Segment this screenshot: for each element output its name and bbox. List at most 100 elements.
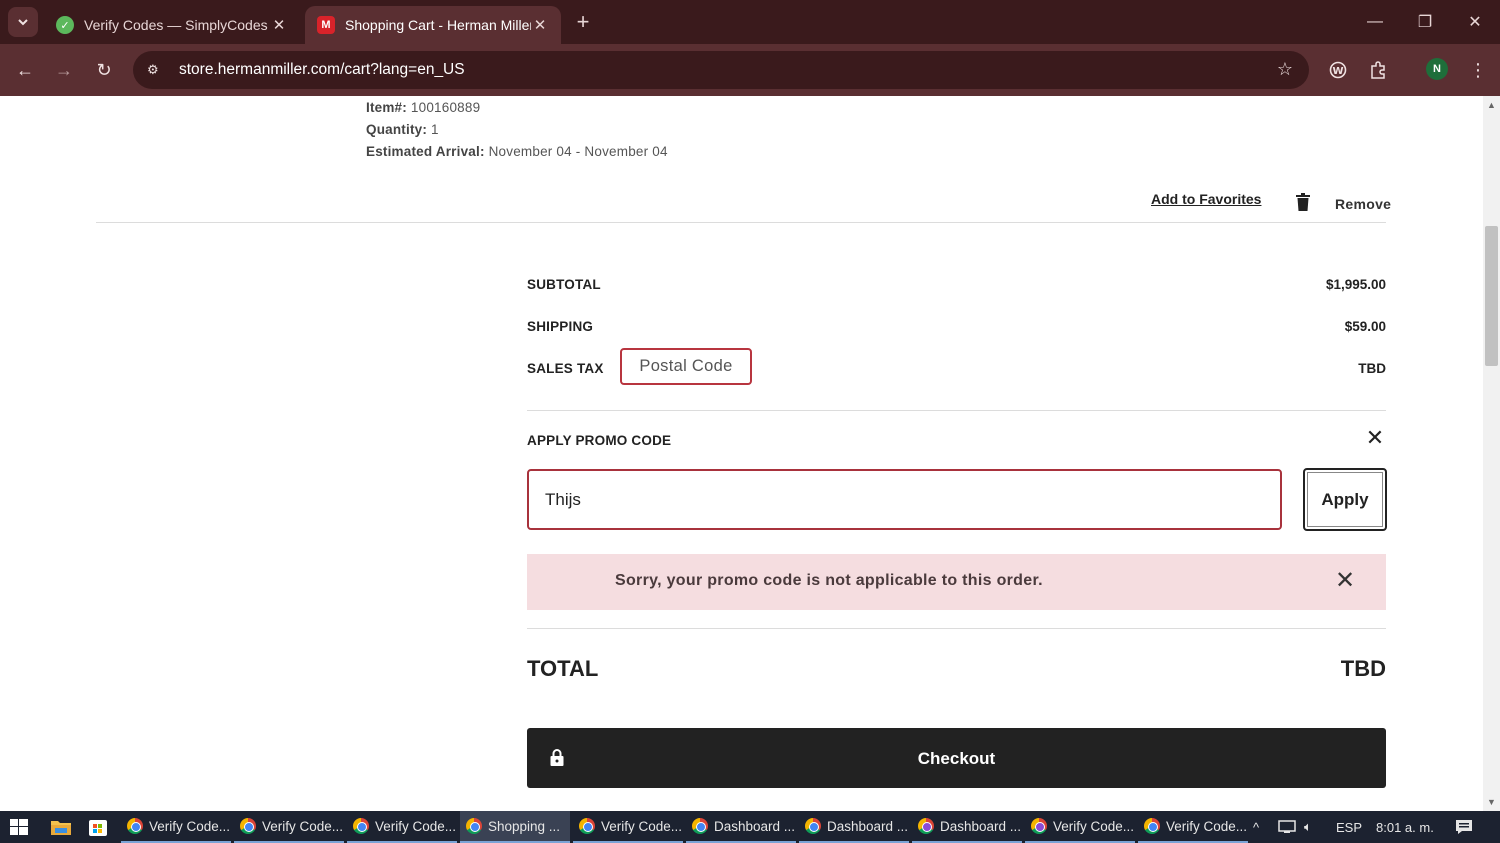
hermanmiller-icon: M [317, 16, 335, 34]
restore-button[interactable]: ❐ [1400, 0, 1450, 44]
address-bar[interactable]: ⚙ store.hermanmiller.com/cart?lang=en_US… [133, 51, 1309, 89]
checkout-label: Checkout [917, 749, 996, 768]
estimated-arrival-label: Estimated Arrival: [366, 144, 485, 159]
dismiss-error-icon[interactable]: ✕ [1335, 568, 1355, 594]
page-scrollbar[interactable]: ▲ ▼ [1483, 96, 1500, 811]
promo-error-banner: Sorry, your promo code is not applicable… [527, 554, 1386, 610]
trash-icon[interactable] [1296, 193, 1310, 211]
add-to-favorites-link[interactable]: Add to Favorites [1151, 191, 1261, 207]
browser-tab-bar: ✓ Verify Codes — SimplyCodes ✕ M Shoppin… [0, 0, 1500, 44]
shipping-label: SHIPPING [527, 319, 594, 334]
taskbar-item-label: Verify Code... [1053, 818, 1135, 834]
promo-code-input[interactable] [527, 469, 1282, 530]
windows-start-icon[interactable] [10, 819, 28, 835]
site-settings-icon[interactable]: ⚙ [147, 62, 165, 78]
new-tab-button[interactable]: + [570, 10, 596, 36]
back-button[interactable]: ← [11, 56, 39, 84]
taskbar-item[interactable]: Shopping ... [460, 811, 570, 843]
taskbar-item-label: Verify Code... [1166, 818, 1248, 834]
shipping-value: $59.00 [1344, 319, 1386, 334]
taskbar-item[interactable]: Verify Code... [1138, 811, 1248, 843]
forward-button[interactable]: → [50, 56, 78, 84]
minimize-button[interactable]: — [1350, 0, 1400, 44]
taskbar-item-label: Dashboard ... [714, 818, 796, 834]
item-number-value: 100160889 [410, 100, 481, 115]
taskbar-item[interactable]: Verify Code... [234, 811, 344, 843]
remove-button[interactable]: Remove [1335, 196, 1391, 212]
estimated-arrival-value: November 04 - November 04 [488, 144, 668, 159]
show-hidden-icons[interactable]: ^ [1253, 811, 1259, 843]
profile-avatar[interactable]: N [1426, 58, 1448, 80]
promo-error-message: Sorry, your promo code is not applicable… [615, 572, 1043, 589]
chrome-icon [692, 818, 708, 834]
total-label: TOTAL [527, 656, 599, 681]
extension-w-icon[interactable]: W [1326, 58, 1350, 82]
quantity-line: Quantity: 1 [366, 122, 439, 137]
tab-title: Shopping Cart - Herman Miller [345, 17, 531, 33]
taskbar-item-label: Shopping ... [488, 818, 561, 834]
taskbar-item-label: Verify Code... [375, 818, 457, 834]
item-number-line: Item#: 100160889 [366, 100, 480, 115]
tab-herman-miller-cart[interactable]: M Shopping Cart - Herman Miller ✕ [305, 6, 561, 44]
taskbar-item-label: Dashboard ... [827, 818, 909, 834]
close-tab-icon[interactable]: ✕ [270, 16, 288, 34]
chrome-icon [805, 818, 821, 834]
chrome-icon [240, 818, 256, 834]
store-icon[interactable] [87, 817, 109, 837]
chrome-icon [127, 818, 143, 834]
taskbar-item-label: Verify Code... [149, 818, 231, 834]
chrome-icon [353, 818, 369, 834]
subtotal-label: SUBTOTAL [527, 277, 601, 292]
notifications-icon[interactable] [1455, 811, 1473, 843]
scroll-down-icon[interactable]: ▼ [1487, 797, 1496, 807]
postal-code-button[interactable]: Postal Code [620, 348, 752, 385]
taskbar-item[interactable]: Dashboard ... [799, 811, 909, 843]
tab-search-button[interactable] [8, 7, 38, 37]
bookmark-star-icon[interactable]: ☆ [1277, 59, 1293, 80]
tab-simplycodes[interactable]: ✓ Verify Codes — SimplyCodes ✕ [44, 6, 300, 44]
close-promo-icon[interactable]: ✕ [1364, 427, 1386, 449]
browser-menu-icon[interactable]: ⋮ [1466, 58, 1490, 82]
language-indicator[interactable]: ESP [1336, 811, 1362, 843]
checkout-button[interactable]: Checkout [527, 728, 1386, 788]
scroll-up-icon[interactable]: ▲ [1487, 100, 1496, 110]
summary-divider [527, 410, 1386, 411]
item-number-label: Item#: [366, 100, 407, 115]
total-value: TBD [1340, 656, 1386, 681]
taskbar-item[interactable]: Dashboard ... [912, 811, 1022, 843]
item-divider [96, 222, 1386, 223]
volume-icon[interactable]: 🔈︎ [1304, 811, 1312, 843]
chevron-down-icon [18, 19, 28, 26]
windows-taskbar: Verify Code... Verify Code... Verify Cod… [0, 811, 1500, 843]
taskbar-item-label: Verify Code... [601, 818, 683, 834]
quantity-value: 1 [431, 122, 439, 137]
extensions-puzzle-icon[interactable] [1366, 58, 1390, 82]
quantity-label: Quantity: [366, 122, 428, 137]
taskbar-item[interactable]: Verify Code... [573, 811, 683, 843]
taskbar-item[interactable]: Verify Code... [1025, 811, 1135, 843]
chrome-purple-icon [918, 818, 934, 834]
browser-toolbar: ← → ↻ ⚙ store.hermanmiller.com/cart?lang… [0, 44, 1500, 96]
scrollbar-thumb[interactable] [1485, 226, 1498, 366]
reload-button[interactable]: ↻ [90, 56, 118, 84]
chrome-icon [579, 818, 595, 834]
file-explorer-icon[interactable] [50, 817, 72, 837]
chrome-icon [466, 818, 482, 834]
close-tab-icon[interactable]: ✕ [531, 16, 549, 34]
clock[interactable]: 8:01 a. m. [1376, 811, 1434, 843]
chrome-icon [1144, 818, 1160, 834]
apply-promo-button[interactable]: Apply [1303, 468, 1387, 531]
promo-code-title: APPLY PROMO CODE [527, 433, 672, 448]
sales-tax-value: TBD [1358, 361, 1386, 376]
taskbar-item[interactable]: Verify Code... [121, 811, 231, 843]
network-icon[interactable] [1278, 811, 1296, 843]
taskbar-item[interactable]: Dashboard ... [686, 811, 796, 843]
sales-tax-label: SALES TAX [527, 361, 604, 376]
url-text[interactable]: store.hermanmiller.com/cart?lang=en_US [179, 61, 465, 79]
chrome-purple-icon [1031, 818, 1047, 834]
total-divider [527, 628, 1386, 629]
taskbar-item[interactable]: Verify Code... [347, 811, 457, 843]
taskbar-item-label: Verify Code... [262, 818, 344, 834]
close-window-button[interactable]: ✕ [1450, 0, 1500, 44]
taskbar-item-label: Dashboard ... [940, 818, 1022, 834]
